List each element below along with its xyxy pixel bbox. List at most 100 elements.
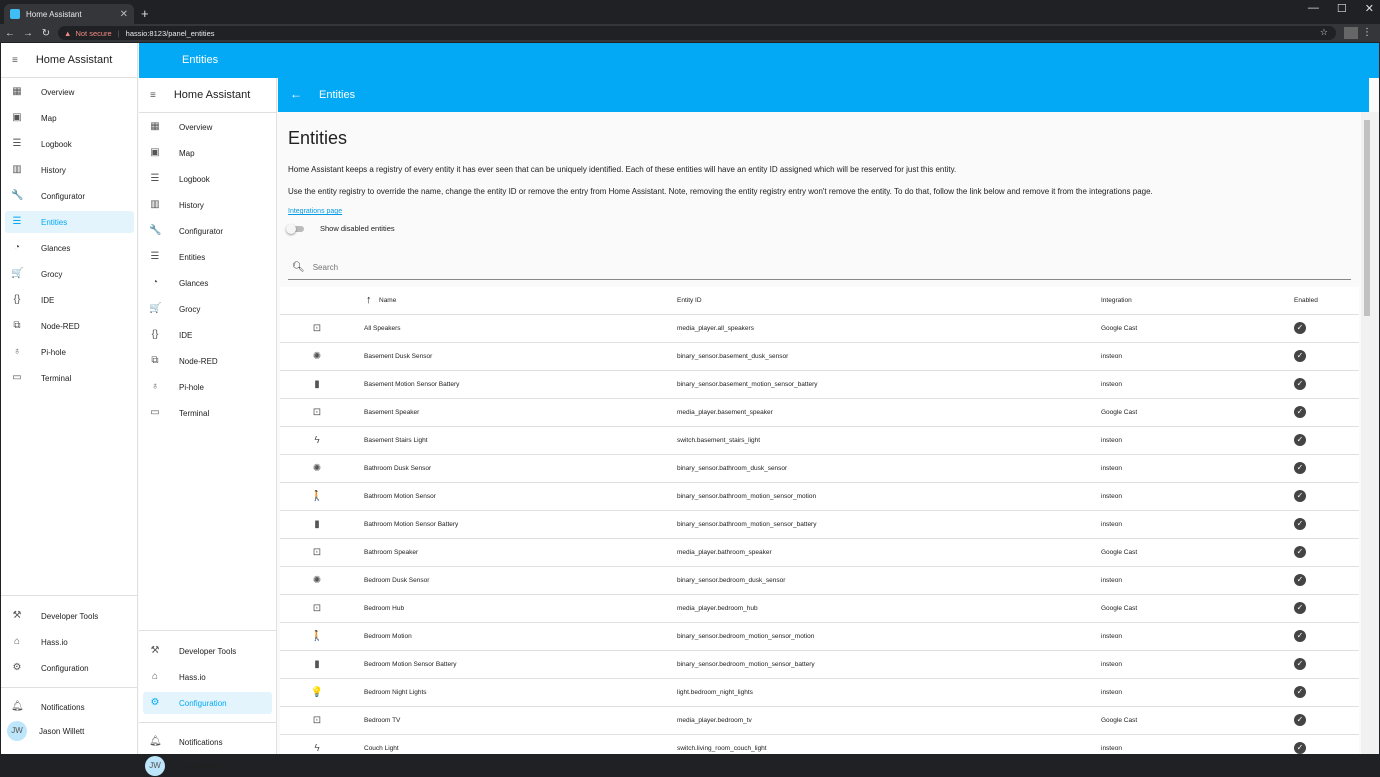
table-row[interactable]: ▮ Bathroom Motion Sensor Battery binary_…: [280, 511, 1359, 539]
sidebar-item-glances[interactable]: ◔ Glances: [5, 237, 134, 259]
chart-icon: ▥: [12, 164, 22, 175]
battery-icon: ▮: [314, 519, 320, 530]
back-icon[interactable]: ←: [2, 28, 18, 39]
sidebar-item-configuration[interactable]: ⚙ Configuration: [5, 657, 134, 679]
hammer-icon: ⚒: [12, 610, 22, 621]
column-header-entity-id[interactable]: Entity ID: [677, 297, 702, 304]
sidebar-item-hass-io[interactable]: ⌂ Hass.io: [5, 631, 134, 653]
table-row[interactable]: ▮ Basement Motion Sensor Battery binary_…: [280, 371, 1359, 399]
reload-icon[interactable]: ↻: [38, 28, 54, 39]
sort-ascending-icon[interactable]: ↑: [366, 294, 372, 306]
sidebar-item-logbook[interactable]: ☰ Logbook: [5, 133, 134, 155]
toggle-track[interactable]: [286, 223, 304, 234]
sidebar-item-terminal[interactable]: ▭ Terminal: [143, 402, 272, 424]
forward-icon[interactable]: →: [20, 28, 36, 39]
minimize-icon[interactable]: —: [1308, 2, 1319, 15]
sidebar-item-ide[interactable]: {} IDE: [5, 289, 134, 311]
sidebar-item-terminal[interactable]: ▭ Terminal: [5, 367, 134, 389]
sidebar-item-configuration[interactable]: ⚙ Configuration: [143, 692, 272, 714]
entity-id: switch.basement_stairs_light: [677, 437, 761, 444]
sidebar-item-node-red[interactable]: ⧉ Node-RED: [143, 350, 272, 372]
sidebar-item-logbook[interactable]: ☰ Logbook: [143, 168, 272, 190]
sidebar-item-ide[interactable]: {} IDE: [143, 324, 272, 346]
sidebar-item-pi-hole[interactable]: ♁ Pi-hole: [5, 341, 134, 363]
sidebar-item-configurator[interactable]: 🔧 Configurator: [5, 185, 134, 207]
toggle-knob[interactable]: [286, 223, 296, 234]
cast-icon: ⊡: [312, 323, 322, 334]
avatar: JW: [7, 721, 27, 741]
sidebar-item-glances[interactable]: ◔ Glances: [143, 272, 272, 294]
back-arrow-icon[interactable]: ←: [290, 87, 302, 101]
scrollbar[interactable]: [1361, 112, 1379, 754]
sidebar-item-map[interactable]: ▣ Map: [143, 142, 272, 164]
table-row[interactable]: 🚶 Bathroom Motion Sensor binary_sensor.b…: [280, 483, 1359, 511]
sidebar-item-hass-io[interactable]: ⌂ Hass.io: [143, 666, 272, 688]
table-row[interactable]: ϟ Couch Light switch.living_room_couch_l…: [280, 735, 1359, 754]
menu-collapse-icon[interactable]: ≡: [12, 55, 18, 66]
sidebar-item-grocy[interactable]: 🛒 Grocy: [5, 263, 134, 285]
sidebar-item-configurator[interactable]: 🔧 Configurator: [143, 220, 272, 242]
table-row[interactable]: 💡 Bedroom Night Lights light.bedroom_nig…: [280, 679, 1359, 707]
sidebar-item-label: Glances: [179, 278, 209, 288]
close-window-icon[interactable]: ✕: [1365, 2, 1374, 15]
table-row[interactable]: ⊡ Bedroom Hub media_player.bedroom_hub G…: [280, 595, 1359, 623]
table-row[interactable]: ⊡ All Speakers media_player.all_speakers…: [280, 315, 1359, 343]
close-tab-icon[interactable]: ✕: [120, 9, 128, 20]
table-row[interactable]: ✺ Bathroom Dusk Sensor binary_sensor.bat…: [280, 455, 1359, 483]
sidebar-item-label: Configurator: [179, 226, 224, 236]
table-row[interactable]: ⊡ Basement Speaker media_player.basement…: [280, 399, 1359, 427]
browser-menu-icon[interactable]: ⋮: [1362, 27, 1372, 38]
entity-name: Bedroom Night Lights: [364, 689, 427, 696]
address-bar[interactable]: ▲ Not secure | hassio:8123/panel_entitie…: [58, 26, 1336, 40]
table-row[interactable]: ⊡ Bathroom Speaker media_player.bathroom…: [280, 539, 1359, 567]
browser-tab[interactable]: Home Assistant ✕: [4, 4, 134, 24]
sidebar-item-history[interactable]: ▥ History: [5, 159, 134, 181]
table-row[interactable]: 🚶 Bedroom Motion binary_sensor.bedroom_m…: [280, 623, 1359, 651]
terminal-icon: ▭: [12, 372, 22, 383]
notifications-button[interactable]: 🔔︎ Notifications: [143, 731, 272, 753]
show-disabled-toggle[interactable]: Show disabled entities: [286, 223, 395, 234]
favicon-icon: [10, 9, 20, 19]
sidebar-item-developer-tools[interactable]: ⚒ Developer Tools: [143, 640, 272, 662]
user-profile-button[interactable]: JW Jason Willett: [5, 720, 134, 742]
flash-icon: ϟ: [314, 743, 320, 754]
column-header-integration[interactable]: Integration: [1101, 297, 1132, 304]
table-row[interactable]: ✺ Basement Dusk Sensor binary_sensor.bas…: [280, 343, 1359, 371]
user-profile-button[interactable]: JW Jason Willett: [143, 755, 272, 777]
entity-name: Bedroom Motion Sensor Battery: [364, 661, 457, 668]
sidebar-item-map[interactable]: ▣ Map: [5, 107, 134, 129]
search-field[interactable]: 🔍︎: [288, 255, 1351, 280]
grid-icon: ▦: [150, 121, 160, 132]
sidebar-item-pi-hole[interactable]: ♁ Pi-hole: [143, 376, 272, 398]
sidebar-item-entities[interactable]: ☰ Entities: [143, 246, 272, 268]
sidebar-item-entities[interactable]: ☰ Entities: [5, 211, 134, 233]
search-icon: 🔍︎: [292, 261, 305, 273]
new-tab-icon[interactable]: +: [141, 6, 149, 21]
table-row[interactable]: ✺ Bedroom Dusk Sensor binary_sensor.bedr…: [280, 567, 1359, 595]
extension-icon[interactable]: [1344, 27, 1358, 39]
gear-icon: ⚙: [12, 662, 22, 673]
bookmark-star-icon[interactable]: ☆: [1320, 27, 1328, 38]
table-row[interactable]: ▮ Bedroom Motion Sensor Battery binary_s…: [280, 651, 1359, 679]
sidebar-item-overview[interactable]: ▦ Overview: [5, 81, 134, 103]
sidebar-item-node-red[interactable]: ⧉ Node-RED: [5, 315, 134, 337]
integrations-page-link[interactable]: Integrations page: [288, 208, 342, 215]
sidebar-item-history[interactable]: ▥ History: [143, 194, 272, 216]
scrollbar-thumb[interactable]: [1364, 120, 1370, 316]
sidebar-item-grocy[interactable]: 🛒 Grocy: [143, 298, 272, 320]
column-header-name[interactable]: Name: [379, 297, 396, 304]
brightness-icon: ✺: [312, 463, 322, 474]
table-row[interactable]: ϟ Basement Stairs Light switch.basement_…: [280, 427, 1359, 455]
notifications-button[interactable]: 🔔︎ Notifications: [5, 696, 134, 718]
search-input[interactable]: [312, 262, 1213, 272]
entity-integration: insteon: [1101, 437, 1122, 444]
enabled-check-icon: ✓: [1294, 350, 1306, 362]
menu-collapse-icon[interactable]: ≡: [150, 90, 156, 101]
column-header-enabled[interactable]: Enabled: [1294, 297, 1318, 304]
maximize-icon[interactable]: ☐: [1337, 2, 1347, 15]
entity-integration: insteon: [1101, 689, 1122, 696]
sidebar-item-overview[interactable]: ▦ Overview: [143, 116, 272, 138]
sidebar-item-developer-tools[interactable]: ⚒ Developer Tools: [5, 605, 134, 627]
table-row[interactable]: ⊡ Bedroom TV media_player.bedroom_tv Goo…: [280, 707, 1359, 735]
entities-content: Entities Home Assistant keeps a registry…: [278, 112, 1361, 754]
